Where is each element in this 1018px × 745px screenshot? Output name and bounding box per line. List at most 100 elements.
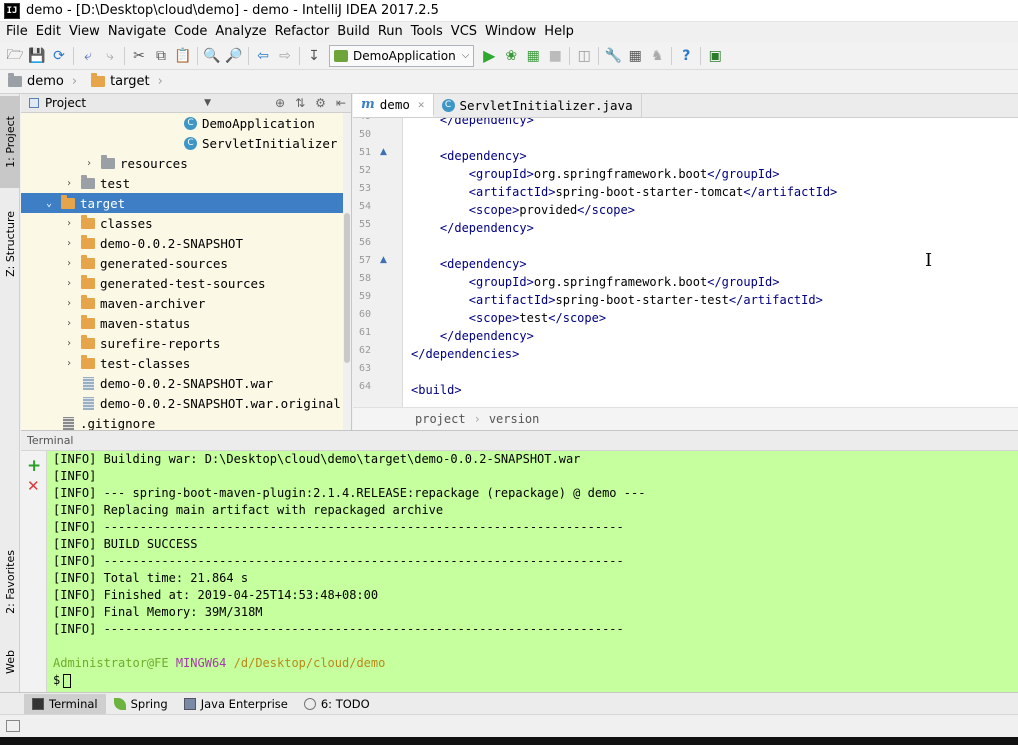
tool-tab-web[interactable]: Web (0, 642, 20, 682)
menu-tools[interactable]: Tools (407, 24, 447, 39)
structure-icon[interactable]: ▦ (624, 45, 646, 67)
tab-servletinitializer[interactable]: c ServletInitializer.java (434, 94, 642, 117)
chevron-right-icon[interactable]: › (63, 358, 75, 369)
crumb-project[interactable]: project (415, 412, 466, 426)
chevron-right-icon[interactable]: › (63, 258, 75, 269)
debug-icon[interactable]: ❀ (500, 45, 522, 67)
tree-item-maven-archiver[interactable]: › maven-archiver (21, 293, 351, 313)
menu-refactor[interactable]: Refactor (271, 24, 334, 39)
breadcrumb-target[interactable]: target › (91, 73, 163, 89)
menu-vcs[interactable]: VCS (447, 24, 481, 39)
code-line[interactable]: <build> (411, 381, 462, 399)
tool-tab-todo[interactable]: 6: TODO (296, 694, 378, 714)
tree-item-test-classes[interactable]: › test-classes (21, 353, 351, 373)
chevron-right-icon[interactable]: › (83, 158, 95, 169)
paste-icon[interactable]: 📋 (172, 45, 194, 67)
menu-run[interactable]: Run (374, 24, 407, 39)
tool-tab-java-enterprise[interactable]: Java Enterprise (176, 694, 296, 714)
tool-tab-structure[interactable]: Z: Structure (0, 198, 20, 290)
project-view-select[interactable]: Project (45, 96, 86, 110)
copy-icon[interactable]: ⧉ (150, 45, 172, 67)
close-terminal-icon[interactable]: ✕ (27, 477, 40, 495)
menu-help[interactable]: Help (540, 24, 578, 39)
help-icon[interactable]: ? (675, 45, 697, 67)
close-icon[interactable]: ✕ (418, 98, 425, 111)
back-icon[interactable]: ⇦ (252, 45, 274, 67)
code-line[interactable]: <artifactId>spring-boot-starter-tomcat</… (411, 183, 837, 201)
tool-windows-icon[interactable] (6, 720, 20, 732)
collapse-all-icon[interactable]: ⇅ (295, 96, 305, 110)
run-configuration-select[interactable]: DemoApplication ⌵ (329, 44, 475, 67)
redo-icon[interactable]: ⤷ (99, 45, 121, 67)
chevron-down-icon[interactable]: ▼ (204, 98, 211, 108)
menu-build[interactable]: Build (333, 24, 374, 39)
tool-tab-spring[interactable]: Spring (106, 694, 176, 714)
settings-icon[interactable]: 🔧 (602, 45, 624, 67)
menu-view[interactable]: View (65, 24, 104, 39)
code-line[interactable]: </dependencies> (411, 345, 519, 363)
chevron-right-icon[interactable]: › (63, 218, 75, 229)
crumb-version[interactable]: version (489, 412, 540, 426)
tree-item-surefire-reports[interactable]: › surefire-reports (21, 333, 351, 353)
menu-code[interactable]: Code (170, 24, 211, 39)
tree-item-servletinitializer[interactable]: C ServletInitializer (21, 133, 351, 153)
terminal-output[interactable]: [INFO] Building war: D:\Desktop\cloud\de… (47, 451, 1018, 692)
tree-item-war-original[interactable]: demo-0.0.2-SNAPSHOT.war.original (21, 393, 351, 413)
code-line[interactable]: <groupId>org.springframework.boot</group… (411, 273, 780, 291)
tree-item-maven-status[interactable]: › maven-status (21, 313, 351, 333)
code-line[interactable]: <dependency> (411, 147, 527, 165)
chevron-right-icon[interactable]: › (63, 238, 75, 249)
tree-item-demo-snapshot[interactable]: › demo-0.0.2-SNAPSHOT (21, 233, 351, 253)
code-line[interactable]: </dependency> (411, 219, 534, 237)
code-line[interactable]: </dependency> (411, 327, 534, 345)
dependency-gutter-icon[interactable]: ▲ (380, 147, 387, 157)
tree-item-generated-sources[interactable]: › generated-sources (21, 253, 351, 273)
tree-item-classes[interactable]: › classes (21, 213, 351, 233)
run-icon[interactable]: ▶ (478, 45, 500, 67)
stop-icon[interactable]: ■ (544, 45, 566, 67)
find-icon[interactable]: 🔍 (201, 45, 223, 67)
code-line[interactable]: <scope>provided</scope> (411, 201, 635, 219)
code-line[interactable]: </dependency> (411, 118, 534, 129)
save-icon[interactable]: 💾 (26, 45, 48, 67)
breadcrumb-demo[interactable]: demo › (8, 73, 77, 89)
chevron-right-icon[interactable]: › (63, 318, 75, 329)
tool-tab-terminal[interactable]: Terminal (24, 693, 106, 714)
tree-item-gitignore[interactable]: .gitignore (21, 413, 351, 430)
dependency-gutter-icon[interactable]: ▲ (380, 255, 387, 265)
menu-edit[interactable]: Edit (32, 24, 65, 39)
add-terminal-icon[interactable]: + (27, 456, 41, 476)
menu-navigate[interactable]: Navigate (104, 24, 170, 39)
code-line[interactable]: <groupId>org.springframework.boot</group… (411, 165, 780, 183)
project-scrollbar[interactable] (343, 113, 351, 430)
tree-item-generated-test-sources[interactable]: › generated-test-sources (21, 273, 351, 293)
make-icon[interactable]: ↧ (303, 45, 325, 67)
project-structure-icon[interactable]: ◫ (573, 45, 595, 67)
chevron-right-icon[interactable]: › (63, 278, 75, 289)
replace-icon[interactable]: 🔎 (223, 45, 245, 67)
tool-tab-favorites[interactable]: 2: Favorites (0, 534, 20, 630)
open-icon[interactable]: 🗁 (4, 45, 26, 67)
tree-item-test[interactable]: › test (21, 173, 351, 193)
tree-item-resources[interactable]: › resources (21, 153, 351, 173)
tree-item-war[interactable]: demo-0.0.2-SNAPSHOT.war (21, 373, 351, 393)
menu-analyze[interactable]: Analyze (211, 24, 270, 39)
coverage-icon[interactable]: ▦ (522, 45, 544, 67)
hide-icon[interactable]: ⇤ (336, 96, 346, 110)
tool-tab-project[interactable]: 1: Project (0, 96, 20, 188)
sdk-icon[interactable]: ♞ (646, 45, 668, 67)
code-line[interactable]: <scope>test</scope> (411, 309, 606, 327)
gear-icon[interactable]: ⚙ (315, 96, 326, 110)
terminal-input-line[interactable]: $ (53, 672, 1018, 689)
scrollbar-thumb[interactable] (344, 213, 350, 363)
scroll-from-source-icon[interactable]: ⊕ (275, 96, 285, 110)
chevron-right-icon[interactable]: › (63, 178, 75, 189)
tree-item-target[interactable]: ⌄ target (21, 193, 351, 213)
menu-window[interactable]: Window (481, 24, 540, 39)
tree-item-demoapplication[interactable]: C DemoApplication (21, 113, 351, 133)
sync-icon[interactable]: ⟳ (48, 45, 70, 67)
menu-file[interactable]: File (2, 24, 32, 39)
code-line[interactable]: <artifactId>spring-boot-starter-test</ar… (411, 291, 823, 309)
tab-demo-pom[interactable]: m demo ✕ (353, 94, 434, 117)
plugin-icon[interactable]: ▣ (704, 45, 726, 67)
